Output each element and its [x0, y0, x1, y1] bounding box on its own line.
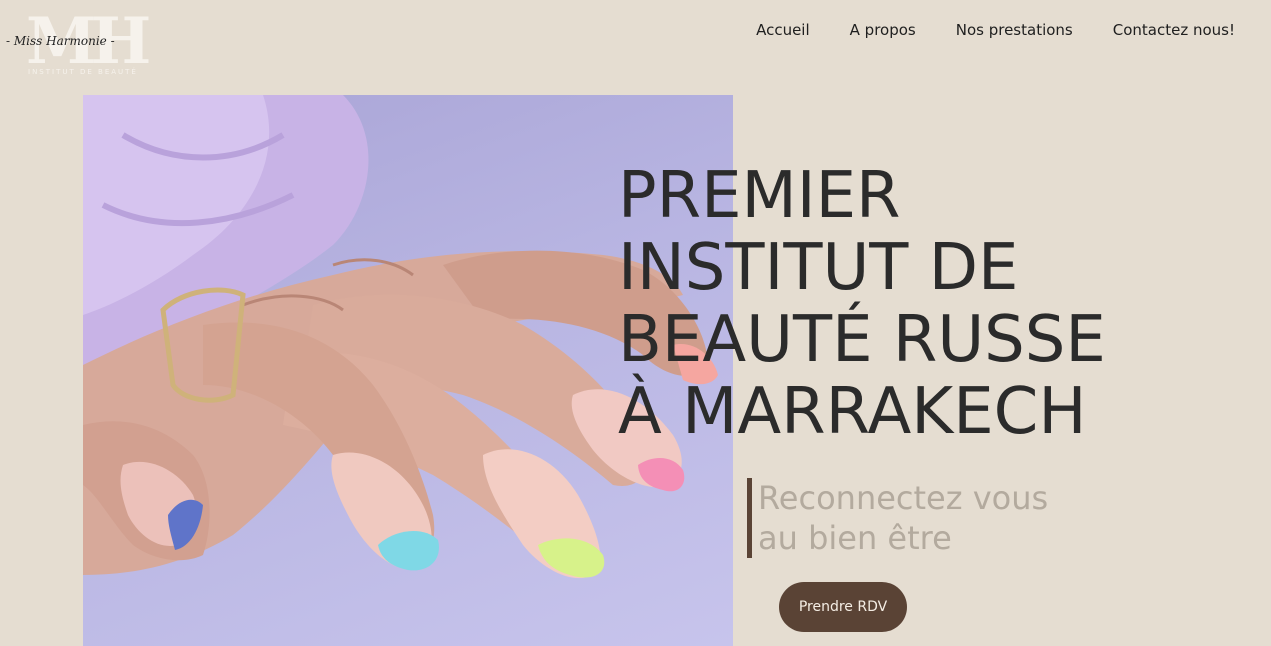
headline-line-4: À MARRAKECH [618, 375, 1087, 449]
nav-link-contactez-nous[interactable]: Contactez nous! [1113, 19, 1235, 41]
nav-link-a-propos[interactable]: A propos [850, 19, 916, 41]
headline-line-2: INSTITUT DE [618, 231, 1019, 305]
nav-link-nos-prestations[interactable]: Nos prestations [956, 19, 1073, 41]
headline-line-1: PREMIER [618, 159, 901, 233]
nav-link-accueil[interactable]: Accueil [756, 19, 810, 41]
prendre-rdv-button[interactable]: Prendre RDV [779, 582, 907, 632]
hero-headline: PREMIER INSTITUT DE BEAUTÉ RUSSE À MARRA… [618, 160, 1238, 448]
page: MH - Miss Harmonie - INSTITUT DE BEAUTÉ … [0, 0, 1271, 646]
logo-script-name: - Miss Harmonie - [6, 34, 115, 48]
main-nav: Accueil A propos Nos prestations Contact… [756, 19, 1235, 41]
logo-tagline: INSTITUT DE BEAUTÉ [28, 68, 138, 76]
subtitle-line-2: au bien être [758, 519, 952, 557]
hero-subtitle: Reconnectez vous au bien être [758, 478, 1048, 558]
headline-line-3: BEAUTÉ RUSSE [618, 303, 1106, 377]
subtitle-line-1: Reconnectez vous [758, 479, 1049, 517]
hero-subtitle-block: Reconnectez vous au bien être [747, 478, 1048, 558]
site-logo[interactable]: MH - Miss Harmonie - INSTITUT DE BEAUTÉ [6, 10, 156, 80]
